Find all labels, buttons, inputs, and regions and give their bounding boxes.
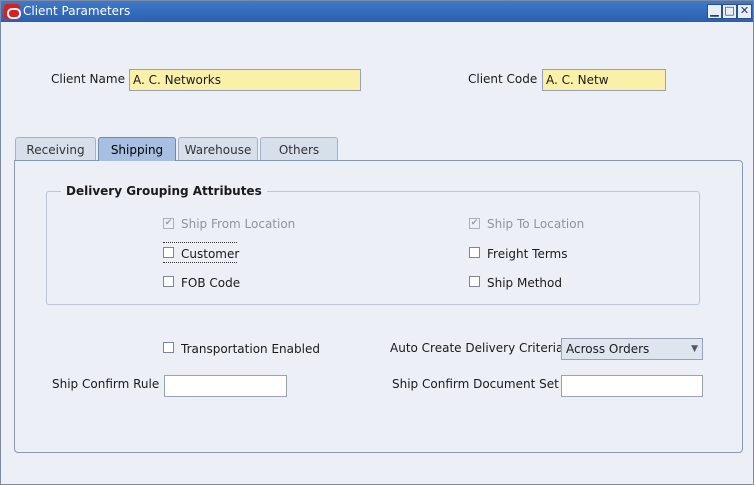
ship-confirm-rule-field[interactable] xyxy=(164,375,287,397)
transportation-enabled-checkbox[interactable] xyxy=(163,342,174,353)
client-name-field[interactable]: A. C. Networks xyxy=(129,69,361,91)
transportation-enabled-label[interactable]: Transportation Enabled xyxy=(181,342,320,356)
freight-terms-label[interactable]: Freight Terms xyxy=(487,247,568,261)
ship-method-label[interactable]: Ship Method xyxy=(487,276,562,290)
maximize-button[interactable]: □ xyxy=(722,4,737,19)
client-name-label: Client Name xyxy=(51,72,125,86)
oracle-app-icon xyxy=(4,4,21,19)
ship-from-location-checkbox: ✔ xyxy=(163,218,174,229)
client-code-label: Client Code xyxy=(468,72,538,86)
auto-create-delivery-criteria-value: Across Orders xyxy=(566,342,650,356)
client-code-field[interactable]: A. C. Netw xyxy=(542,69,666,91)
ship-to-location-label: Ship To Location xyxy=(487,217,585,231)
auto-create-delivery-criteria-select[interactable]: Across Orders ▼ xyxy=(561,338,703,360)
auto-create-delivery-criteria-label: Auto Create Delivery Criteria xyxy=(390,341,564,355)
window-title: Client Parameters xyxy=(23,4,131,18)
tab-shipping[interactable]: Shipping xyxy=(98,137,176,161)
ship-method-checkbox[interactable] xyxy=(469,276,480,287)
title-bar[interactable]: Client Parameters ▁ □ ✕ xyxy=(1,1,753,22)
close-button[interactable]: ✕ xyxy=(737,4,752,19)
tab-warehouse[interactable]: Warehouse xyxy=(178,137,258,161)
ship-confirm-document-set-field[interactable] xyxy=(561,375,703,397)
customer-label[interactable]: Customer xyxy=(181,247,239,261)
minimize-button[interactable]: ▁ xyxy=(707,4,722,19)
chevron-down-icon[interactable]: ▼ xyxy=(691,344,698,354)
tab-others[interactable]: Others xyxy=(260,137,338,161)
delivery-grouping-title: Delivery Grouping Attributes xyxy=(61,184,267,198)
customer-checkbox[interactable] xyxy=(163,247,174,258)
ship-to-location-checkbox: ✔ xyxy=(469,218,480,229)
delivery-grouping-group xyxy=(46,191,700,305)
client-parameters-window: Client Parameters ▁ □ ✕ Client Name A. C… xyxy=(0,0,754,485)
ship-confirm-document-set-label: Ship Confirm Document Set xyxy=(392,377,559,391)
fob-code-checkbox[interactable] xyxy=(163,276,174,287)
freight-terms-checkbox[interactable] xyxy=(469,247,480,258)
ship-from-location-label: Ship From Location xyxy=(181,217,296,231)
ship-confirm-rule-label: Ship Confirm Rule xyxy=(52,377,160,391)
tab-receiving[interactable]: Receiving xyxy=(15,137,96,161)
fob-code-label[interactable]: FOB Code xyxy=(181,276,240,290)
